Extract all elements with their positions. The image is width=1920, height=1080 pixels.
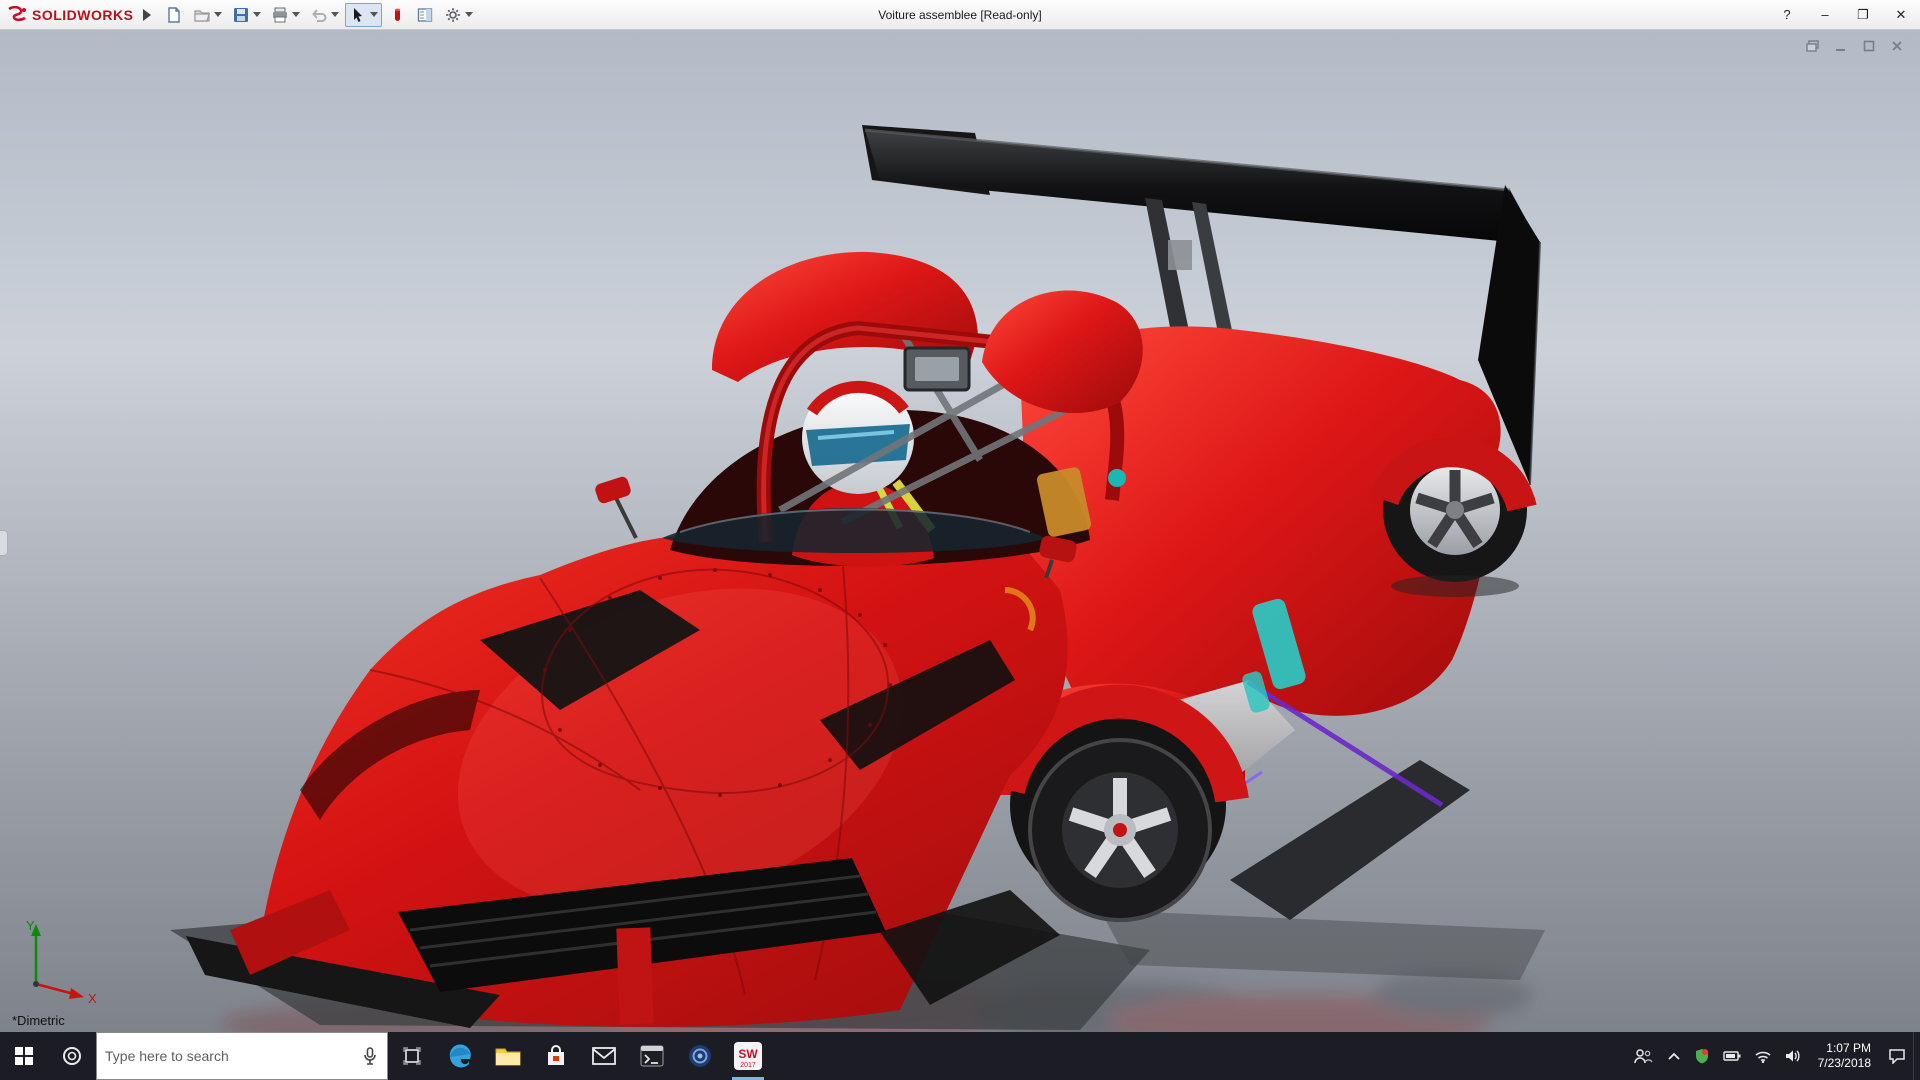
file-explorer-button[interactable] [484,1032,532,1080]
record-button[interactable] [384,3,410,27]
titlebar: SOLIDWORKS [0,0,1920,30]
panel-collapse-handle[interactable] [0,530,8,556]
cortana-button[interactable] [48,1032,96,1080]
edge-icon [447,1043,473,1069]
chevron-up-icon [1667,1051,1681,1061]
clock-date: 7/23/2018 [1818,1056,1871,1071]
orientation-triad: Y X [12,912,112,1004]
mail-icon [592,1046,616,1066]
axis-y-label: Y [26,918,35,933]
task-view-icon [402,1046,422,1066]
minimize-button[interactable]: – [1806,0,1844,29]
new-document-button[interactable] [161,3,187,27]
search-input[interactable] [97,1048,353,1064]
maximize-icon [1863,40,1875,52]
undo-dropdown-caret[interactable] [331,12,339,17]
graphics-area[interactable]: Y X *Dimetric [0,30,1920,1032]
close-button[interactable]: ✕ [1882,0,1920,29]
file-explorer-icon [495,1045,521,1067]
task-pane-icon [416,6,434,24]
people-button[interactable] [1626,1032,1660,1080]
cortana-icon [61,1045,83,1067]
view-orientation-label: *Dimetric [12,1013,65,1028]
microphone-button[interactable] [353,1047,387,1065]
document-window-controls [1804,38,1906,54]
gear-icon [444,6,462,24]
edrawings-button[interactable] [676,1032,724,1080]
close-icon [1891,40,1903,52]
solidworks-logo-icon [6,6,28,24]
store-button[interactable] [532,1032,580,1080]
select-dropdown-caret[interactable] [370,12,378,17]
undo-button[interactable] [306,3,343,27]
windows-logo-icon [15,1047,33,1065]
menu-flyout-arrow[interactable] [143,9,151,21]
maximize-button[interactable]: ❐ [1844,0,1882,29]
print-button[interactable] [267,3,304,27]
action-center-button[interactable] [1881,1032,1913,1080]
teal-detail [1108,469,1126,487]
open-button[interactable] [189,3,226,27]
network-button[interactable] [1748,1032,1778,1080]
show-desktop-button[interactable] [1913,1032,1920,1080]
action-center-icon [1888,1048,1906,1064]
help-button[interactable]: ? [1768,0,1806,29]
axis-x-label: X [88,991,97,1004]
battery-icon [1723,1050,1741,1062]
solidworks-logo: SOLIDWORKS [0,6,141,24]
doc-close-button[interactable] [1888,38,1906,54]
store-icon [544,1044,568,1068]
mail-button[interactable] [580,1032,628,1080]
search-box[interactable] [96,1032,388,1080]
open-folder-icon [193,6,211,24]
options-button[interactable] [440,3,477,27]
system-tray: 1:07 PM 7/23/2018 [1626,1032,1920,1080]
new-document-icon [165,6,183,24]
select-button[interactable] [345,3,382,27]
solidworks-2017-icon: SW 2017 [733,1041,763,1071]
clock[interactable]: 1:07 PM 7/23/2018 [1808,1032,1881,1080]
brand-text: SOLIDWORKS [32,7,133,23]
microphone-icon [363,1047,377,1065]
start-button[interactable] [0,1032,48,1080]
model-view[interactable] [0,30,1920,1032]
solidworks-year-text: 2017 [740,1062,756,1069]
minimize-icon [1835,40,1847,52]
solidworks-badge-text: SW [738,1047,758,1061]
undo-icon [310,6,328,24]
doc-maximize-button[interactable] [1860,38,1878,54]
network-icon [1755,1050,1771,1063]
people-icon [1633,1048,1653,1064]
taskbar: SW 2017 [0,1032,1920,1080]
hidden-icons-button[interactable] [1660,1032,1688,1080]
task-pane-button[interactable] [412,3,438,27]
print-icon [271,6,289,24]
save-icon [232,6,250,24]
edrawings-icon [687,1043,713,1069]
quick-access-toolbar [161,3,477,27]
edge-button[interactable] [436,1032,484,1080]
window-controls: ? – ❐ ✕ [1768,0,1920,29]
save-button[interactable] [228,3,265,27]
record-icon [388,6,406,24]
select-cursor-icon [349,6,367,24]
clock-time: 1:07 PM [1826,1041,1871,1056]
print-dropdown-caret[interactable] [292,12,300,17]
volume-button[interactable] [1778,1032,1808,1080]
options-dropdown-caret[interactable] [465,12,473,17]
volume-icon [1785,1049,1801,1063]
command-prompt-icon [640,1045,664,1067]
open-dropdown-caret[interactable] [214,12,222,17]
doc-minimize-button[interactable] [1832,38,1850,54]
shield-icon [1695,1048,1709,1064]
battery-button[interactable] [1716,1032,1748,1080]
solidworks-2017-button[interactable]: SW 2017 [724,1032,772,1080]
doc-restore-button[interactable] [1804,38,1822,54]
save-dropdown-caret[interactable] [253,12,261,17]
restore-icon [1806,40,1820,52]
command-prompt-button[interactable] [628,1032,676,1080]
defender-button[interactable] [1688,1032,1716,1080]
task-view-button[interactable] [388,1032,436,1080]
